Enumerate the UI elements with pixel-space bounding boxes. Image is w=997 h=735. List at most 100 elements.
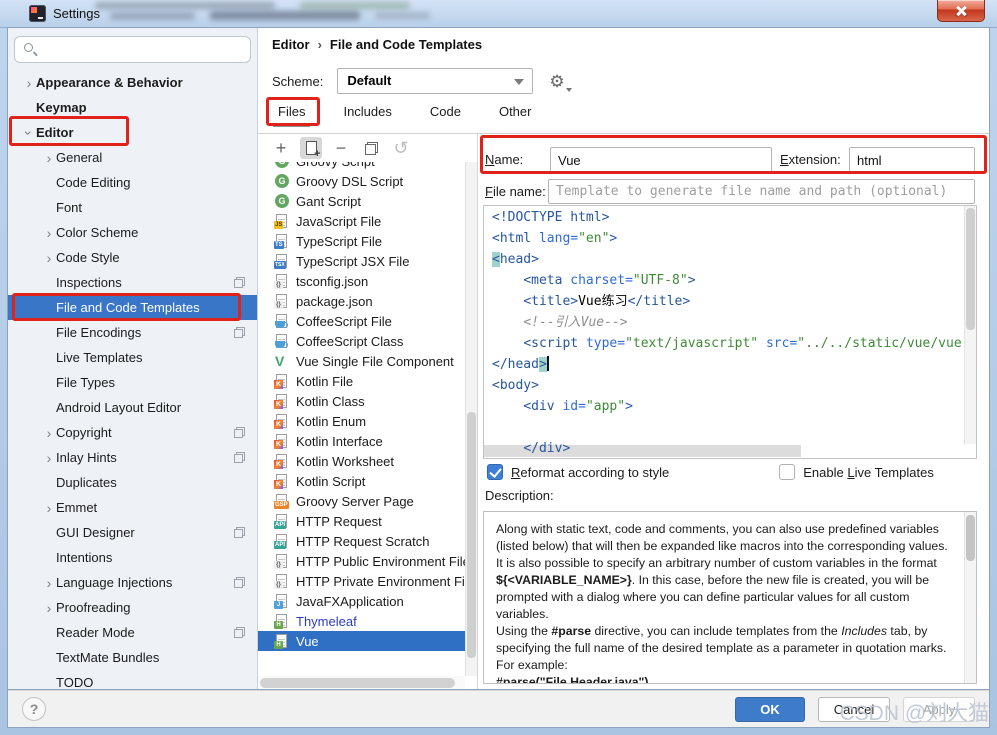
template-item-kotlin-interface[interactable]: KKotlin Interface <box>258 431 465 451</box>
help-button[interactable]: ? <box>22 697 46 721</box>
tab-other[interactable]: Other <box>493 98 538 133</box>
sidebar-item-gui-designer[interactable]: GUI Designer <box>8 520 257 545</box>
scrollbar-thumb[interactable] <box>467 412 476 658</box>
template-list-horizontal-scrollbar[interactable] <box>258 676 465 690</box>
remove-template-button[interactable]: − <box>330 137 352 159</box>
template-item-groovy-script[interactable]: Groovy Script <box>258 162 465 171</box>
tab-includes[interactable]: Includes <box>337 98 397 133</box>
scheme-label: Scheme: <box>272 74 323 89</box>
settings-window: Settings ›Appearance & BehaviorKeymap›Ed… <box>0 0 997 735</box>
template-code-editor[interactable]: <!DOCTYPE html><html lang="en"><head> <m… <box>483 205 977 459</box>
template-item-vue-single-file-component[interactable]: Vue Single File Component <box>258 351 465 371</box>
sidebar-item-intentions[interactable]: Intentions <box>8 545 257 570</box>
file-name-input[interactable] <box>548 179 975 204</box>
template-item-typescript-jsx-file[interactable]: TSXTypeScript JSX File <box>258 251 465 271</box>
tab-code[interactable]: Code <box>424 98 467 133</box>
ok-button[interactable]: OK <box>735 697 805 722</box>
template-item-kotlin-file[interactable]: KKotlin File <box>258 371 465 391</box>
template-item-http-private-environment-file[interactable]: {}HTTP Private Environment File <box>258 571 465 591</box>
live-templates-checkbox[interactable] <box>779 464 795 480</box>
sidebar-item-general[interactable]: ›General <box>8 145 257 170</box>
template-item-kotlin-script[interactable]: KKotlin Script <box>258 471 465 491</box>
template-item-javafxapplication[interactable]: JJavaFXApplication <box>258 591 465 611</box>
background-blur <box>375 12 430 19</box>
sidebar-item-label: File and Code Templates <box>56 300 200 315</box>
sidebar-item-android-layout-editor[interactable]: Android Layout Editor <box>8 395 257 420</box>
sidebar-item-color-scheme[interactable]: ›Color Scheme <box>8 220 257 245</box>
scheme-select[interactable]: Default <box>337 68 533 94</box>
template-item-coffeescript-class[interactable]: CoffeeScript Class <box>258 331 465 351</box>
template-item-thymeleaf[interactable]: HThymeleaf <box>258 611 465 631</box>
editor-vertical-scrollbar[interactable] <box>964 206 976 444</box>
chevron-right-icon[interactable]: › <box>42 426 56 440</box>
name-input[interactable] <box>550 147 772 173</box>
chevron-down-icon[interactable]: › <box>22 126 36 140</box>
template-item-http-request-scratch[interactable]: APIHTTP Request Scratch <box>258 531 465 551</box>
groovy-file-icon <box>274 173 290 189</box>
chevron-right-icon[interactable]: › <box>42 576 56 590</box>
sidebar-item-keymap[interactable]: Keymap <box>8 95 257 120</box>
template-item-kotlin-worksheet[interactable]: KKotlin Worksheet <box>258 451 465 471</box>
template-item-gant-script[interactable]: Gant Script <box>258 191 465 211</box>
sidebar-item-code-style[interactable]: ›Code Style <box>8 245 257 270</box>
sidebar-item-proofreading[interactable]: ›Proofreading <box>8 595 257 620</box>
sidebar-item-emmet[interactable]: ›Emmet <box>8 495 257 520</box>
sidebar-item-file-types[interactable]: File Types <box>8 370 257 395</box>
sidebar-item-live-templates[interactable]: Live Templates <box>8 345 257 370</box>
file-name-label: File name: <box>485 184 546 199</box>
chevron-right-icon[interactable]: › <box>42 501 56 515</box>
template-item-javascript-file[interactable]: JSJavaScript File <box>258 211 465 231</box>
sidebar-item-textmate-bundles[interactable]: TextMate Bundles <box>8 645 257 670</box>
scheme-actions-button[interactable]: ⚙ <box>549 73 564 90</box>
chevron-right-icon[interactable]: › <box>42 601 56 615</box>
sidebar-item-font[interactable]: Font <box>8 195 257 220</box>
reformat-checkbox[interactable] <box>487 464 503 480</box>
chevron-right-icon[interactable]: › <box>42 251 56 265</box>
template-item-http-request[interactable]: APIHTTP Request <box>258 511 465 531</box>
template-item-coffeescript-file[interactable]: CoffeeScript File <box>258 311 465 331</box>
close-button[interactable] <box>937 0 985 22</box>
template-list-vertical-scrollbar[interactable] <box>465 162 477 676</box>
scrollbar-thumb[interactable] <box>966 515 975 561</box>
sidebar-item-language-injections[interactable]: ›Language Injections <box>8 570 257 595</box>
sidebar-item-inlay-hints[interactable]: ›Inlay Hints <box>8 445 257 470</box>
title-bar[interactable]: Settings <box>0 0 997 28</box>
extension-input[interactable] <box>849 147 975 173</box>
template-item-tsconfig-json[interactable]: {}tsconfig.json <box>258 271 465 291</box>
sidebar-item-appearance-behavior[interactable]: ›Appearance & Behavior <box>8 70 257 95</box>
sidebar-item-reader-mode[interactable]: Reader Mode <box>8 620 257 645</box>
sidebar-item-editor[interactable]: ›Editor <box>8 120 257 145</box>
search-input[interactable] <box>14 36 251 63</box>
sidebar-item-file-encodings[interactable]: File Encodings <box>8 320 257 345</box>
chevron-right-icon[interactable]: › <box>42 226 56 240</box>
breadcrumb-editor[interactable]: Editor <box>272 37 310 52</box>
sidebar-item-copyright[interactable]: ›Copyright <box>8 420 257 445</box>
chevron-right-icon[interactable]: › <box>42 451 56 465</box>
template-item-kotlin-enum[interactable]: KKotlin Enum <box>258 411 465 431</box>
sidebar-item-todo[interactable]: TODO <box>8 670 257 690</box>
create-template-button[interactable]: + <box>270 137 292 159</box>
kotlin-file-icon: K <box>274 433 290 449</box>
template-item-groovy-server-page[interactable]: GSPGroovy Server Page <box>258 491 465 511</box>
reset-template-button[interactable]: ↺ <box>390 137 412 159</box>
chevron-right-icon[interactable]: › <box>22 76 36 90</box>
sidebar-item-duplicates[interactable]: Duplicates <box>8 470 257 495</box>
scrollbar-thumb[interactable] <box>966 208 975 330</box>
sidebar-item-code-editing[interactable]: Code Editing <box>8 170 257 195</box>
template-item-http-public-environment-file[interactable]: {}HTTP Public Environment File <box>258 551 465 571</box>
tab-files[interactable]: Files <box>272 98 311 133</box>
template-item-package-json[interactable]: {}package.json <box>258 291 465 311</box>
create-child-template-button[interactable] <box>300 137 322 159</box>
template-item-groovy-dsl-script[interactable]: Groovy DSL Script <box>258 171 465 191</box>
scrollbar-thumb[interactable] <box>260 678 455 688</box>
description-vertical-scrollbar[interactable] <box>964 512 976 683</box>
copy-template-button[interactable] <box>360 137 382 159</box>
template-item-label: package.json <box>296 294 373 309</box>
template-item-typescript-file[interactable]: TSTypeScript File <box>258 231 465 251</box>
sidebar-item-file-and-code-templates[interactable]: File and Code Templates <box>8 295 257 320</box>
template-item-kotlin-class[interactable]: KKotlin Class <box>258 391 465 411</box>
template-item-vue[interactable]: HVue <box>258 631 465 651</box>
chevron-right-icon[interactable]: › <box>42 151 56 165</box>
sidebar-item-inspections[interactable]: Inspections <box>8 270 257 295</box>
sidebar-item-label: Language Injections <box>56 575 172 590</box>
